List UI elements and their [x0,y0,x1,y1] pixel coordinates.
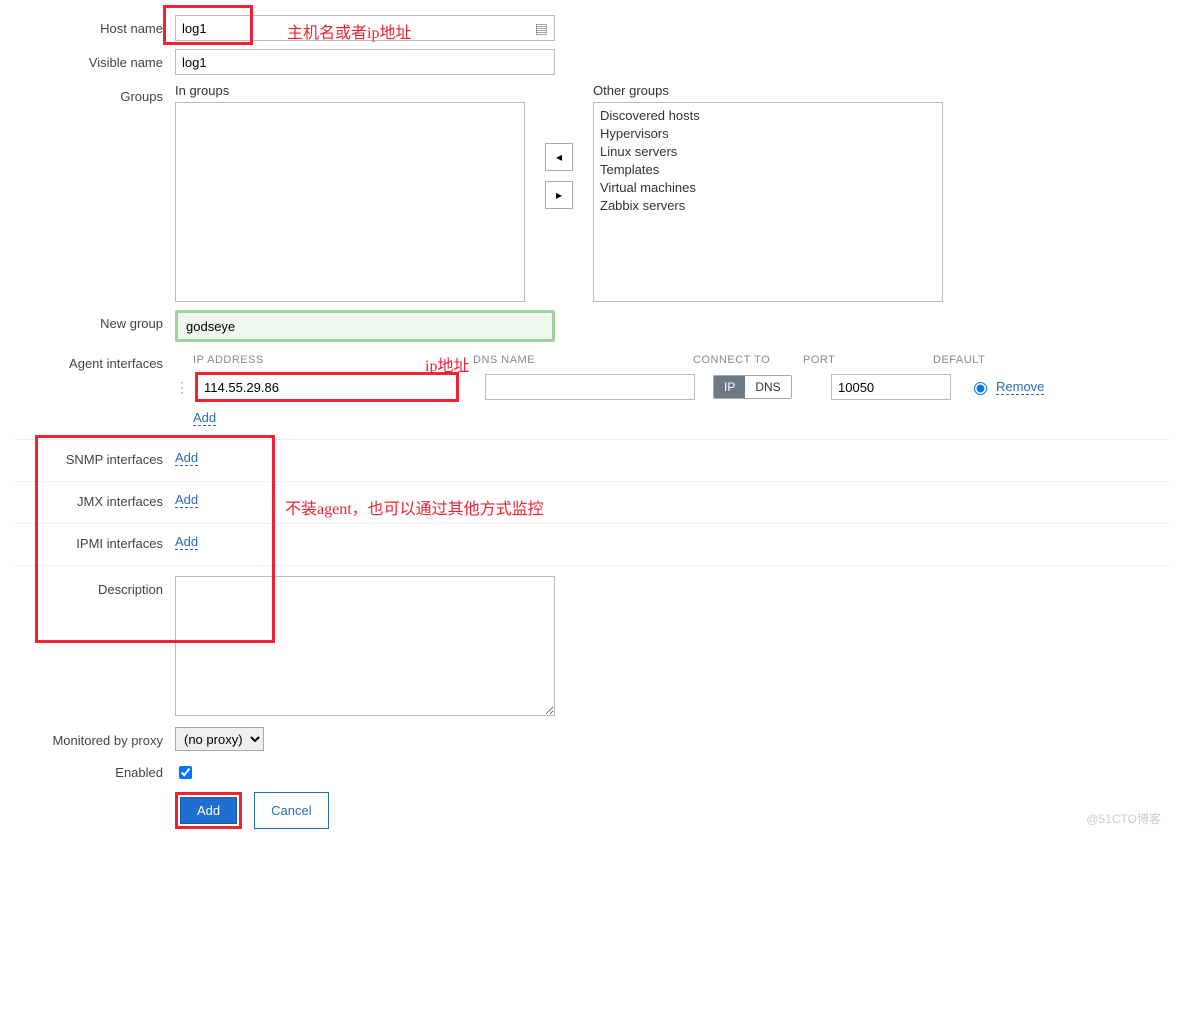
in-groups-title: In groups [175,83,525,98]
list-item[interactable]: Linux servers [600,143,936,161]
enabled-checkbox[interactable] [179,766,192,779]
host-name-field[interactable]: ▤ [175,15,555,41]
agent-default-radio[interactable] [974,382,987,395]
visible-name-input[interactable] [175,49,555,75]
watermark: @51CTO博客 [1086,810,1161,827]
connect-to-dns[interactable]: DNS [745,376,790,398]
agent-dns-input[interactable] [485,374,695,400]
cancel-button[interactable]: Cancel [254,792,328,829]
col-connect-to: CONNECT TO [693,354,803,366]
list-item[interactable]: Hypervisors [600,125,936,143]
col-dns-name: DNS NAME [473,354,693,366]
groups-label: Groups [15,83,175,104]
drag-handle-icon[interactable]: ⋮⋮ [175,380,189,394]
other-groups-listbox[interactable]: Discovered hosts Hypervisors Linux serve… [593,102,943,302]
move-left-button[interactable]: ◂ [545,143,573,171]
agent-remove-link[interactable]: Remove [996,379,1044,395]
visible-name-label: Visible name [15,49,175,70]
proxy-label: Monitored by proxy [15,727,175,748]
ipmi-add-link[interactable]: Add [175,534,198,550]
move-right-button[interactable]: ▸ [545,181,573,209]
new-group-label: New group [15,310,175,331]
in-groups-listbox[interactable] [175,102,525,302]
col-port: PORT [803,354,933,366]
list-item[interactable]: Templates [600,161,936,179]
host-name-input[interactable] [176,17,529,39]
new-group-input[interactable] [175,310,555,342]
jmx-interfaces-label: JMX interfaces [15,488,175,509]
ipmi-interfaces-label: IPMI interfaces [15,530,175,551]
host-name-label: Host name [15,15,175,36]
list-item[interactable]: Virtual machines [600,179,936,197]
add-button[interactable]: Add [180,797,237,824]
autocomplete-icon: ▤ [529,20,554,37]
list-item[interactable]: Zabbix servers [600,197,936,215]
connect-to-ip[interactable]: IP [714,376,745,398]
jmx-add-link[interactable]: Add [175,492,198,508]
col-default: DEFAULT [933,354,1043,366]
agent-port-input[interactable] [831,374,951,400]
col-ip-address: IP ADDRESS [193,354,473,366]
agent-add-link[interactable]: Add [193,410,216,426]
list-item[interactable]: Discovered hosts [600,107,936,125]
description-textarea[interactable] [175,576,555,716]
other-groups-title: Other groups [593,83,943,98]
enabled-label: Enabled [15,759,175,780]
agent-interfaces-label: Agent interfaces [15,350,175,371]
connect-to-toggle[interactable]: IP DNS [713,375,792,399]
description-label: Description [15,576,175,597]
agent-ip-input[interactable] [197,374,457,400]
proxy-select[interactable]: (no proxy) [175,727,264,751]
snmp-add-link[interactable]: Add [175,450,198,466]
snmp-interfaces-label: SNMP interfaces [15,446,175,467]
